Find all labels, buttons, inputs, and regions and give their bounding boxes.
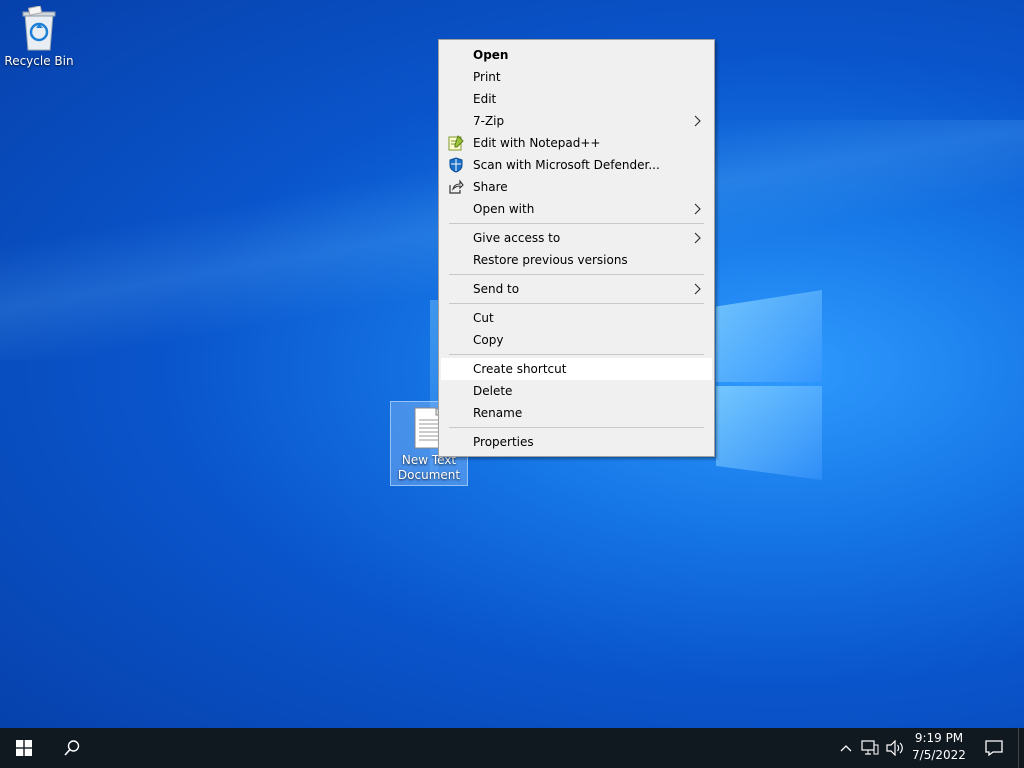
menu-separator bbox=[449, 354, 704, 355]
menu-item-label: 7-Zip bbox=[473, 114, 505, 128]
windows-logo-icon bbox=[16, 740, 32, 756]
action-center-icon bbox=[985, 740, 1003, 757]
wallpaper-logo-pane bbox=[716, 386, 822, 480]
chevron-up-icon bbox=[840, 745, 852, 752]
menu-item-label: Send to bbox=[473, 282, 520, 296]
menu-item-label: Create shortcut bbox=[473, 362, 567, 376]
menu-item-label: Give access to bbox=[473, 231, 561, 245]
menu-item-scan-with-defender[interactable]: Scan with Microsoft Defender... bbox=[441, 154, 712, 176]
menu-separator bbox=[449, 274, 704, 275]
menu-item-print[interactable]: Print bbox=[441, 66, 712, 88]
menu-item-label: Delete bbox=[473, 384, 513, 398]
recycle-bin-icon bbox=[22, 6, 56, 51]
wallpaper-logo-pane bbox=[716, 290, 822, 382]
desktop-icon-label: Recycle Bin bbox=[4, 54, 74, 68]
menu-item-give-access-to[interactable]: Give access to bbox=[441, 227, 712, 249]
menu-item-label: Open bbox=[473, 48, 509, 62]
taskbar-clock[interactable]: 9:19 PM 7/5/2022 bbox=[908, 730, 970, 764]
clock-time: 9:19 PM bbox=[914, 731, 964, 745]
menu-item-7zip[interactable]: 7-Zip bbox=[441, 110, 712, 132]
show-desktop-button[interactable] bbox=[1018, 728, 1024, 768]
defender-shield-icon bbox=[448, 157, 464, 173]
menu-item-edit[interactable]: Edit bbox=[441, 88, 712, 110]
start-button[interactable] bbox=[0, 728, 48, 768]
volume-icon bbox=[886, 740, 903, 756]
volume-button[interactable] bbox=[884, 728, 906, 768]
menu-item-send-to[interactable]: Send to bbox=[441, 278, 712, 300]
menu-item-label: Scan with Microsoft Defender... bbox=[473, 158, 660, 172]
clock-date: 7/5/2022 bbox=[912, 748, 966, 762]
menu-item-create-shortcut[interactable]: Create shortcut bbox=[441, 358, 712, 380]
menu-item-cut[interactable]: Cut bbox=[441, 307, 712, 329]
menu-item-label: Restore previous versions bbox=[473, 253, 628, 267]
network-button[interactable] bbox=[858, 728, 882, 768]
taskbar: 9:19 PM 7/5/2022 bbox=[0, 728, 1024, 768]
menu-item-open[interactable]: Open bbox=[441, 44, 712, 66]
menu-item-label: Cut bbox=[473, 311, 494, 325]
menu-item-label: Open with bbox=[473, 202, 535, 216]
menu-item-label: Share bbox=[473, 180, 508, 194]
menu-item-label: Edit with Notepad++ bbox=[473, 136, 601, 150]
menu-separator bbox=[449, 223, 704, 224]
menu-separator bbox=[449, 303, 704, 304]
menu-item-label: Rename bbox=[473, 406, 523, 420]
search-icon bbox=[64, 740, 80, 756]
menu-item-properties[interactable]: Properties bbox=[441, 431, 712, 453]
share-icon bbox=[448, 179, 464, 195]
menu-item-open-with[interactable]: Open with bbox=[441, 198, 712, 220]
menu-item-share[interactable]: Share bbox=[441, 176, 712, 198]
menu-item-delete[interactable]: Delete bbox=[441, 380, 712, 402]
menu-item-rename[interactable]: Rename bbox=[441, 402, 712, 424]
notepad-plus-plus-icon bbox=[448, 135, 464, 151]
network-icon bbox=[861, 740, 879, 755]
show-hidden-icons-button[interactable] bbox=[836, 728, 856, 768]
menu-item-label: Print bbox=[473, 70, 501, 84]
menu-item-copy[interactable]: Copy bbox=[441, 329, 712, 351]
menu-item-label: Copy bbox=[473, 333, 504, 347]
desktop-icon-recycle-bin[interactable]: Recycle Bin bbox=[3, 6, 75, 74]
search-button[interactable] bbox=[48, 728, 96, 768]
menu-item-edit-with-notepad-plus-plus[interactable]: Edit with Notepad++ bbox=[441, 132, 712, 154]
menu-separator bbox=[449, 427, 704, 428]
menu-item-label: Edit bbox=[473, 92, 497, 106]
action-center-button[interactable] bbox=[976, 728, 1012, 768]
menu-item-label: Properties bbox=[473, 435, 534, 449]
context-menu: Open Print Edit 7-Zip Edit with Notepad+… bbox=[438, 39, 715, 457]
menu-item-restore-previous-versions[interactable]: Restore previous versions bbox=[441, 249, 712, 271]
desktop-icon-label-line2: Document bbox=[397, 468, 461, 482]
